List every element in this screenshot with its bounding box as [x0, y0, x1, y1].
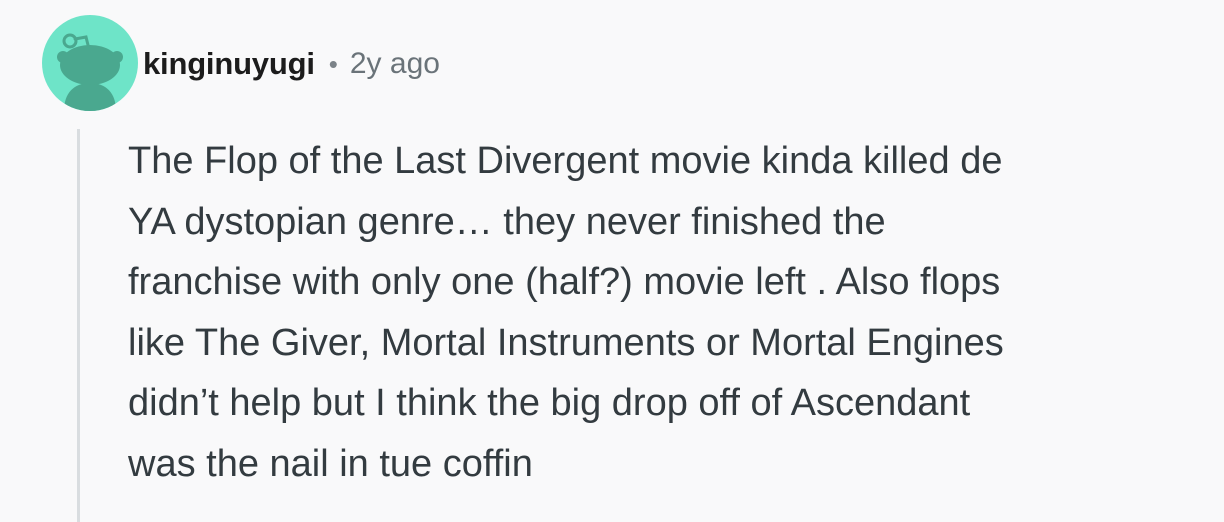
comment-body-line: franchise with only one (half?) movie le… [128, 261, 1001, 303]
comment-body-line: YA dystopian genre… they never finished … [128, 200, 886, 243]
comment-body-line: didn’t help but I think the big drop off… [128, 382, 971, 424]
comment-body-line: The Flop of the Last Divergent movie kin… [128, 140, 1003, 182]
comment-body: The Flop of the Last Divergent movie kin… [128, 131, 1004, 494]
comment-timestamp[interactable]: 2y ago [350, 47, 440, 81]
thread-line[interactable] [77, 129, 80, 522]
meta-separator: • [328, 49, 338, 79]
comment-meta: kinginuyugi • 2y ago [143, 42, 440, 86]
reddit-snoo-avatar-icon [57, 33, 123, 111]
comment-body-line: like The Giver, Mortal Instruments or Mo… [128, 321, 1004, 364]
username-link[interactable]: kinginuyugi [143, 46, 315, 82]
user-avatar[interactable] [42, 15, 138, 111]
comment-body-line: was the nail in tue coffin [128, 442, 533, 485]
